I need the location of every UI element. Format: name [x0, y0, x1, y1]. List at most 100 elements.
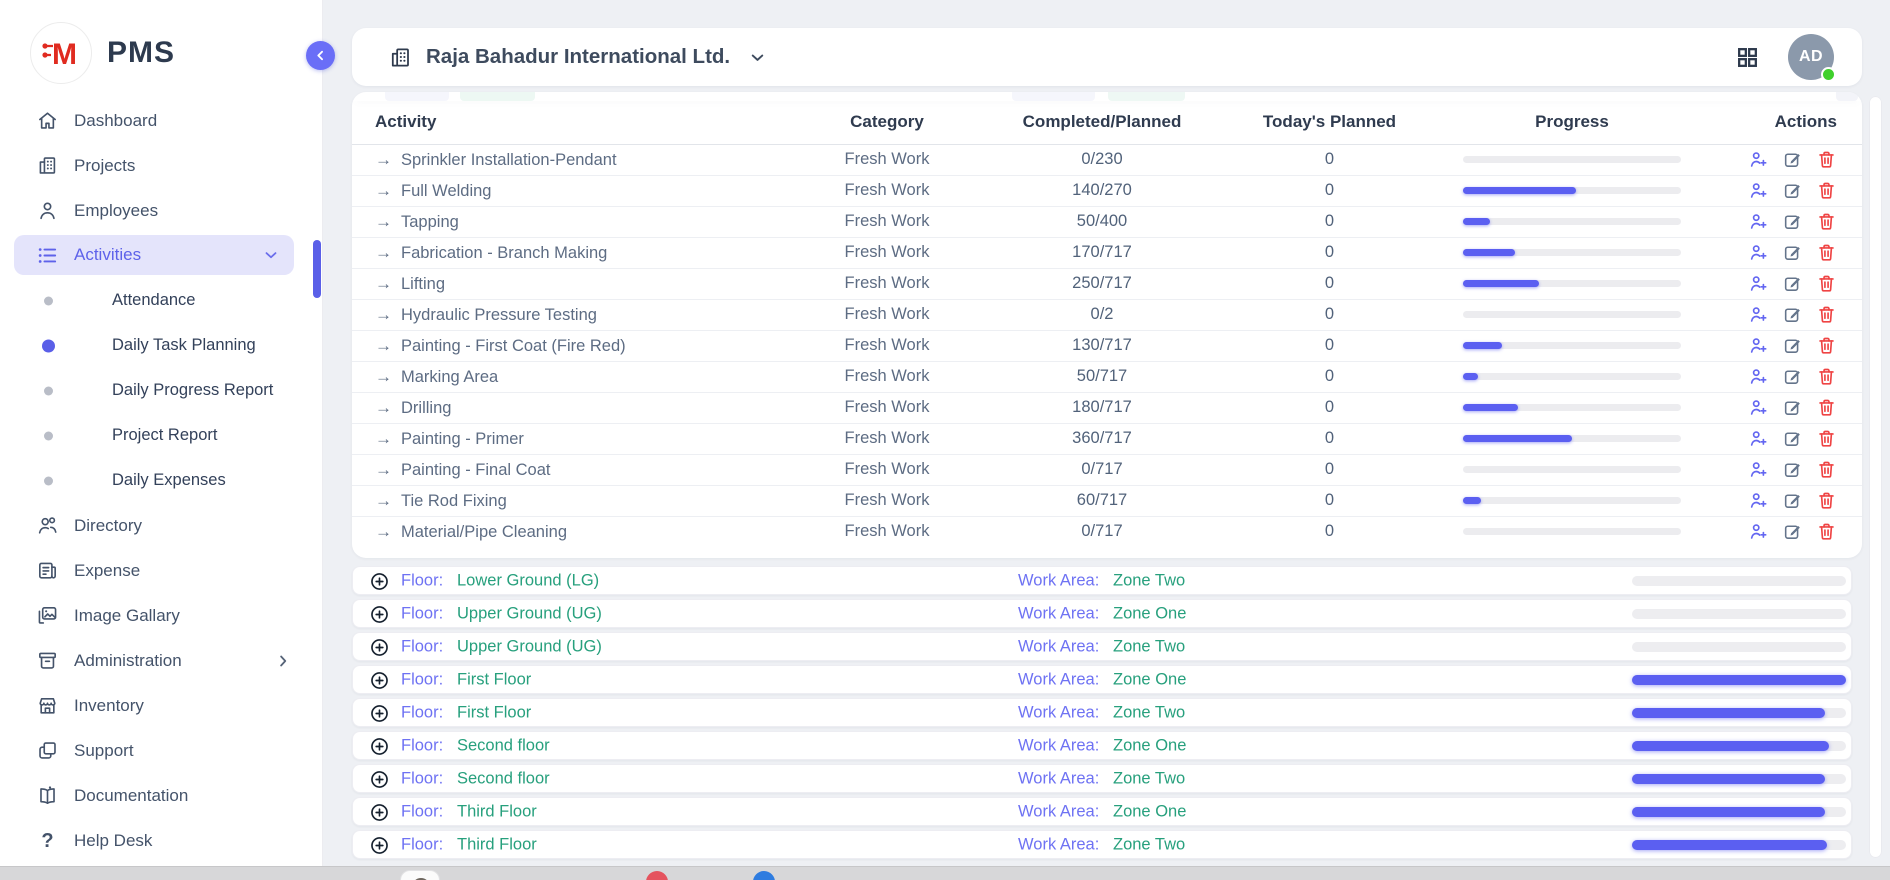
assign-user-button[interactable] — [1748, 490, 1769, 511]
edit-button[interactable] — [1782, 366, 1803, 387]
edit-button[interactable] — [1782, 459, 1803, 480]
expand-plus-icon[interactable] — [369, 736, 390, 757]
edit-button[interactable] — [1782, 521, 1803, 542]
activity-row[interactable]: →TappingFresh Work50/4000 — [352, 206, 1862, 237]
sidebar-item-employees[interactable]: Employees — [0, 188, 322, 233]
floor-row[interactable]: Floor:First FloorWork Area:Zone One — [352, 665, 1852, 694]
assign-user-button[interactable] — [1748, 521, 1769, 542]
sidebar-subitem-daily-progress-report[interactable]: Daily Progress Report — [0, 368, 322, 413]
sidebar-subitem-project-report[interactable]: Project Report — [0, 413, 322, 458]
delete-button[interactable] — [1816, 273, 1837, 294]
sidebar-item-administration[interactable]: Administration — [0, 638, 322, 683]
activity-name[interactable]: →Fabrication - Branch Making — [352, 237, 772, 268]
sidebar-item-inventory[interactable]: Inventory — [0, 683, 322, 728]
activity-row[interactable]: →Painting - First Coat (Fire Red)Fresh W… — [352, 330, 1862, 361]
delete-button[interactable] — [1816, 490, 1837, 511]
activity-name[interactable]: →Lifting — [352, 268, 772, 299]
assign-user-button[interactable] — [1748, 366, 1769, 387]
sidebar-scroll-indicator[interactable] — [313, 240, 321, 298]
assign-user-button[interactable] — [1748, 428, 1769, 449]
expand-plus-icon[interactable] — [369, 769, 390, 790]
company-selector[interactable]: Raja Bahadur International Ltd. — [388, 45, 767, 70]
activity-name[interactable]: →Full Welding — [352, 175, 772, 206]
activity-row[interactable]: →Material/Pipe CleaningFresh Work0/7170 — [352, 516, 1862, 547]
page-scrollbar[interactable] — [1869, 96, 1882, 858]
delete-button[interactable] — [1816, 335, 1837, 356]
apps-grid-icon[interactable] — [1735, 45, 1760, 70]
floor-row[interactable]: Floor:Third FloorWork Area:Zone One — [352, 797, 1852, 826]
taskbar-red-app-icon[interactable] — [646, 871, 668, 880]
assign-user-button[interactable] — [1748, 335, 1769, 356]
expand-plus-icon[interactable] — [369, 835, 390, 856]
delete-button[interactable] — [1816, 211, 1837, 232]
floor-row[interactable]: Floor:First FloorWork Area:Zone Two — [352, 698, 1852, 727]
assign-user-button[interactable] — [1748, 180, 1769, 201]
floor-row[interactable]: Floor:Upper Ground (UG)Work Area:Zone Tw… — [352, 632, 1852, 661]
edit-button[interactable] — [1782, 149, 1803, 170]
delete-button[interactable] — [1816, 521, 1837, 542]
delete-button[interactable] — [1816, 459, 1837, 480]
expand-plus-icon[interactable] — [369, 670, 390, 691]
sidebar-item-activities[interactable]: Activities — [14, 235, 294, 275]
delete-button[interactable] — [1816, 428, 1837, 449]
delete-button[interactable] — [1816, 180, 1837, 201]
activity-name[interactable]: →Material/Pipe Cleaning — [352, 516, 772, 547]
activity-row[interactable]: →Sprinkler Installation-PendantFresh Wor… — [352, 144, 1862, 175]
expand-plus-icon[interactable] — [369, 802, 390, 823]
expand-plus-icon[interactable] — [369, 571, 390, 592]
sidebar-item-expense[interactable]: Expense — [0, 548, 322, 593]
taskbar-blue-app-icon[interactable] — [753, 871, 775, 880]
floor-row[interactable]: Floor:Second floorWork Area:Zone One — [352, 731, 1852, 760]
user-avatar[interactable]: AD — [1788, 34, 1834, 80]
sidebar-item-image-gallary[interactable]: Image Gallary — [0, 593, 322, 638]
activity-name[interactable]: →Tapping — [352, 206, 772, 237]
expand-plus-icon[interactable] — [369, 703, 390, 724]
taskbar-app-icon[interactable] — [400, 870, 440, 880]
activity-name[interactable]: →Painting - Primer — [352, 423, 772, 454]
edit-button[interactable] — [1782, 242, 1803, 263]
sidebar-item-documentation[interactable]: Documentation — [0, 773, 322, 818]
activity-row[interactable]: →Painting - Final CoatFresh Work0/7170 — [352, 454, 1862, 485]
floor-row[interactable]: Floor:Lower Ground (LG)Work Area:Zone Tw… — [352, 566, 1852, 595]
edit-button[interactable] — [1782, 335, 1803, 356]
assign-user-button[interactable] — [1748, 397, 1769, 418]
activity-row[interactable]: →DrillingFresh Work180/7170 — [352, 392, 1862, 423]
assign-user-button[interactable] — [1748, 459, 1769, 480]
expand-plus-icon[interactable] — [369, 637, 390, 658]
sidebar-item-projects[interactable]: Projects — [0, 143, 322, 188]
sidebar-subitem-daily-expenses[interactable]: Daily Expenses — [0, 458, 322, 503]
activity-row[interactable]: →Fabrication - Branch MakingFresh Work17… — [352, 237, 1862, 268]
sidebar-collapse-button[interactable] — [306, 41, 335, 70]
delete-button[interactable] — [1816, 366, 1837, 387]
activity-name[interactable]: →Sprinkler Installation-Pendant — [352, 144, 772, 175]
activity-name[interactable]: →Painting - Final Coat — [352, 454, 772, 485]
activity-row[interactable]: →Marking AreaFresh Work50/7170 — [352, 361, 1862, 392]
edit-button[interactable] — [1782, 428, 1803, 449]
delete-button[interactable] — [1816, 149, 1837, 170]
floor-row[interactable]: Floor:Second floorWork Area:Zone Two — [352, 764, 1852, 793]
assign-user-button[interactable] — [1748, 242, 1769, 263]
edit-button[interactable] — [1782, 180, 1803, 201]
floor-row[interactable]: Floor:Upper Ground (UG)Work Area:Zone On… — [352, 599, 1852, 628]
sidebar-subitem-daily-task-planning[interactable]: Daily Task Planning — [0, 323, 322, 368]
edit-button[interactable] — [1782, 490, 1803, 511]
delete-button[interactable] — [1816, 304, 1837, 325]
expand-plus-icon[interactable] — [369, 604, 390, 625]
delete-button[interactable] — [1816, 242, 1837, 263]
assign-user-button[interactable] — [1748, 273, 1769, 294]
sidebar-item-help-desk[interactable]: ?Help Desk — [0, 818, 322, 863]
activity-name[interactable]: →Painting - First Coat (Fire Red) — [352, 330, 772, 361]
activity-name[interactable]: →Tie Rod Fixing — [352, 485, 772, 516]
edit-button[interactable] — [1782, 304, 1803, 325]
delete-button[interactable] — [1816, 397, 1837, 418]
sidebar-item-support[interactable]: Support — [0, 728, 322, 773]
activity-row[interactable]: →Tie Rod FixingFresh Work60/7170 — [352, 485, 1862, 516]
activity-name[interactable]: →Marking Area — [352, 361, 772, 392]
edit-button[interactable] — [1782, 397, 1803, 418]
activity-row[interactable]: →Hydraulic Pressure TestingFresh Work0/2… — [352, 299, 1862, 330]
activity-name[interactable]: →Drilling — [352, 392, 772, 423]
assign-user-button[interactable] — [1748, 149, 1769, 170]
activity-row[interactable]: →Full WeldingFresh Work140/2700 — [352, 175, 1862, 206]
sidebar-item-directory[interactable]: Directory — [0, 503, 322, 548]
assign-user-button[interactable] — [1748, 304, 1769, 325]
